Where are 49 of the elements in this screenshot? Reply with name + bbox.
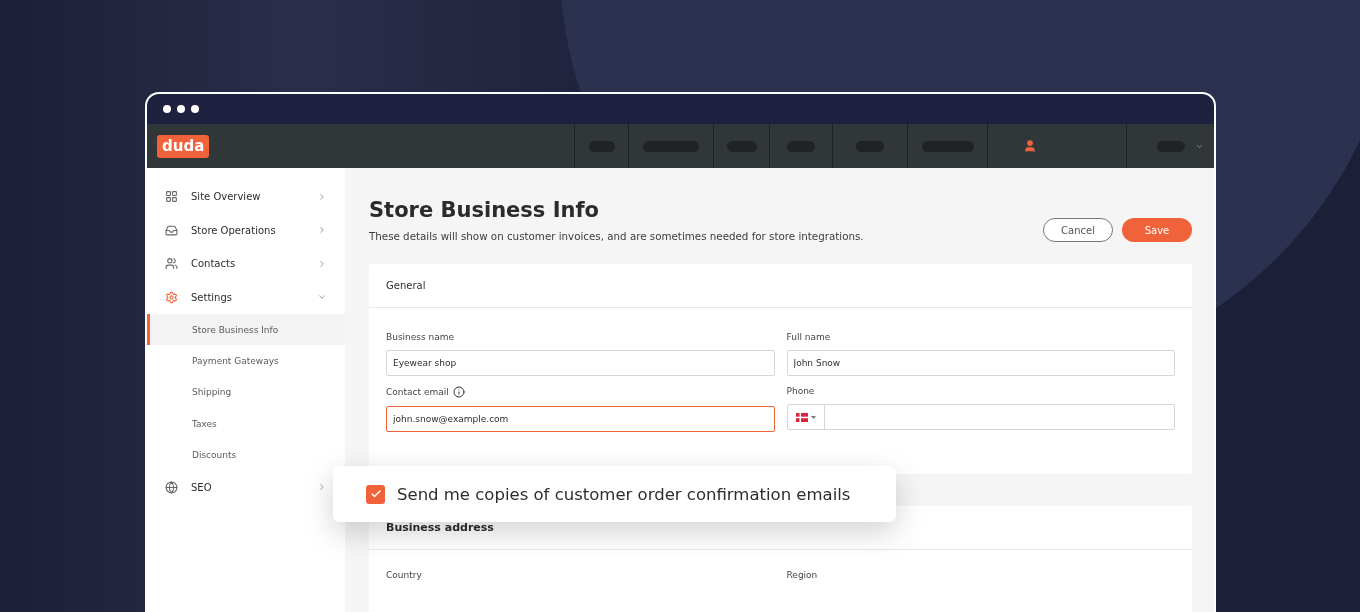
checkbox[interactable] <box>366 484 385 504</box>
field-label: Business name <box>386 332 455 342</box>
sidebar-item[interactable]: Contacts <box>147 247 345 281</box>
sidebar-subitem[interactable]: Payment Gateways <box>147 345 345 377</box>
chevron-right-icon <box>317 191 327 202</box>
settings-icon <box>165 290 178 304</box>
sidebar-label: SEO <box>191 481 213 493</box>
caret-icon <box>810 415 816 419</box>
flag-icon <box>795 412 808 422</box>
user-icon[interactable] <box>1023 139 1037 153</box>
chevron-right-icon <box>317 482 327 493</box>
sidebar-subitem[interactable]: Discounts <box>147 439 345 471</box>
page-subtitle: These details will show on customer invoices, and are sometimes needed for store integrations. <box>369 230 864 242</box>
grid-icon <box>165 190 178 204</box>
field-label: Region <box>786 570 818 580</box>
sidebar-label: Store Operations <box>191 224 277 236</box>
input-field[interactable]: John Snow <box>786 350 1175 376</box>
chevron-right-icon <box>317 225 327 236</box>
card-title: Business address <box>386 521 494 534</box>
page-title: Store Business Info <box>369 198 600 222</box>
field-label: Full name <box>786 332 831 342</box>
chevron-right-icon <box>317 258 327 269</box>
sidebar-subitem[interactable]: Store Business Info <box>147 314 345 346</box>
sidebar-item[interactable]: SEO <box>147 470 345 504</box>
sidebar-item[interactable]: Settings <box>147 280 345 314</box>
field-label: Country <box>386 570 422 580</box>
cancel-button[interactable]: Cancel <box>1043 218 1113 242</box>
window-dot-icon <box>177 105 185 113</box>
check-icon <box>369 488 382 500</box>
sidebar-label: Settings <box>191 291 233 303</box>
input-field[interactable]: Eyewear shop <box>386 350 775 376</box>
card-title: General <box>386 280 426 291</box>
info-icon[interactable] <box>452 386 465 398</box>
sidebar-label: Site Overview <box>191 191 262 203</box>
sidebar-subitem[interactable]: Shipping <box>147 376 345 408</box>
globe-icon <box>165 480 178 494</box>
inbox-icon <box>165 223 178 237</box>
sidebar-item[interactable]: Site Overview <box>147 180 345 214</box>
phone-field[interactable] <box>786 404 1175 430</box>
sidebar-label: Contacts <box>191 258 237 270</box>
sidebar-subitem[interactable]: Taxes <box>147 407 345 440</box>
input-field[interactable]: john.snow@example.com <box>386 406 775 432</box>
sidebar-item[interactable]: Store Operations <box>147 213 345 247</box>
window-dot-icon <box>163 105 171 113</box>
checkbox-label[interactable]: Send me copies of customer order confirmation emails <box>397 484 851 504</box>
field-label: Phone <box>786 386 815 396</box>
window-dot-icon <box>191 105 199 113</box>
users-icon <box>165 257 178 271</box>
field-label: Contact email <box>386 387 449 397</box>
